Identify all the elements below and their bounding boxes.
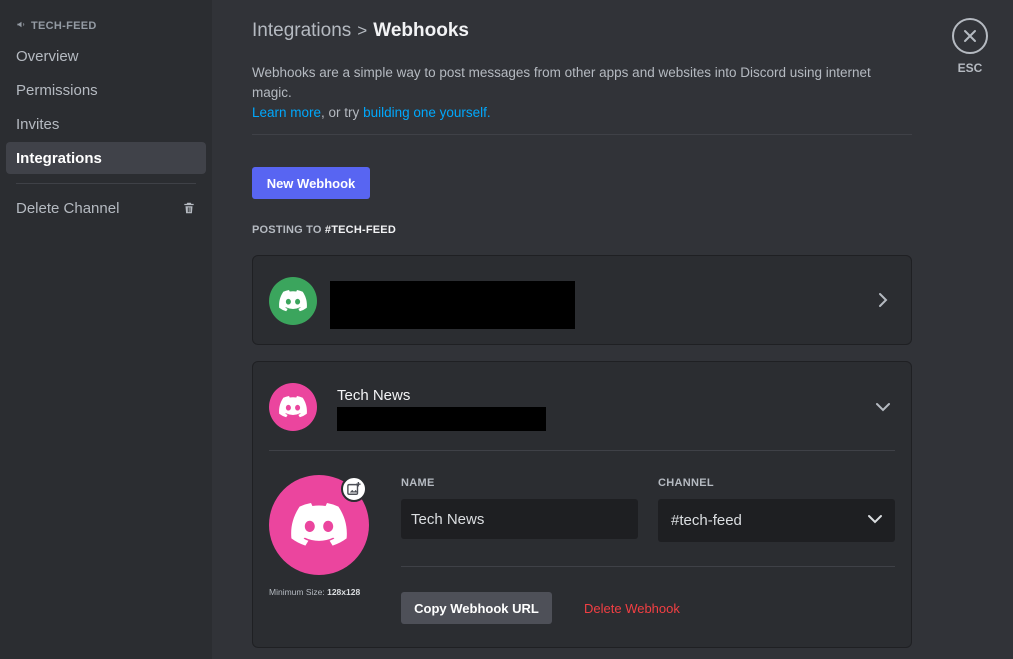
- settings-sidebar: TECH-FEED Overview Permissions Invites I…: [0, 0, 212, 659]
- sidebar-header-label: TECH-FEED: [31, 20, 97, 32]
- sidebar-item-integrations[interactable]: Integrations: [6, 142, 206, 174]
- posting-to-label: POSTING TO #TECH-FEED: [252, 224, 396, 236]
- description-text: Webhooks are a simple way to post messag…: [252, 65, 871, 100]
- webhook-card-expanded: Tech News Minimum Size: 128x128 NAME CHA…: [252, 361, 912, 648]
- actions-divider: [401, 566, 895, 567]
- discord-logo-icon: [279, 396, 307, 418]
- sidebar-item-label: Integrations: [16, 149, 102, 167]
- section-divider: [252, 134, 912, 135]
- page-description: Webhooks are a simple way to post messag…: [252, 63, 912, 123]
- copy-webhook-url-button[interactable]: Copy Webhook URL: [401, 592, 552, 624]
- delete-webhook-button[interactable]: Delete Webhook: [570, 592, 694, 624]
- redacted-webhook-info: [337, 407, 546, 431]
- min-size-value: 128x128: [327, 587, 361, 597]
- sidebar-item-label: Delete Channel: [16, 199, 120, 217]
- or-try-text: , or try: [321, 105, 364, 120]
- channel-select[interactable]: #tech-feed: [658, 499, 895, 542]
- chevron-down-icon[interactable]: [875, 400, 891, 414]
- close-icon[interactable]: [952, 18, 988, 54]
- add-image-icon[interactable]: [341, 476, 367, 502]
- sidebar-item-overview[interactable]: Overview: [6, 40, 206, 72]
- min-size-label: Minimum Size:: [269, 587, 328, 597]
- posting-prefix: POSTING TO: [252, 224, 325, 236]
- webhook-avatar: [269, 383, 317, 431]
- sidebar-item-label: Invites: [16, 115, 60, 133]
- webhook-card-collapsed[interactable]: [252, 255, 912, 345]
- sidebar-header: TECH-FEED: [6, 18, 206, 34]
- build-yourself-link[interactable]: building one yourself.: [363, 105, 491, 120]
- webhook-name-input[interactable]: [401, 499, 638, 539]
- sidebar-item-permissions[interactable]: Permissions: [6, 74, 206, 106]
- card-divider: [269, 450, 895, 451]
- name-field-label: NAME: [401, 477, 435, 489]
- learn-more-link[interactable]: Learn more: [252, 105, 321, 120]
- sidebar-item-label: Overview: [16, 47, 79, 65]
- breadcrumb-separator: >: [357, 21, 368, 40]
- redacted-webhook-name: [330, 281, 575, 329]
- breadcrumb: Integrations > Webhooks: [252, 20, 469, 42]
- minimum-size-hint: Minimum Size: 128x128: [269, 587, 379, 597]
- esc-label: ESC: [957, 61, 983, 75]
- sidebar-item-invites[interactable]: Invites: [6, 108, 206, 140]
- channel-select-value: #tech-feed: [671, 512, 742, 529]
- megaphone-icon: [16, 19, 27, 33]
- breadcrumb-integrations[interactable]: Integrations: [252, 20, 351, 42]
- discord-logo-icon: [279, 290, 307, 312]
- new-webhook-button[interactable]: New Webhook: [252, 167, 370, 199]
- page-title: Webhooks: [373, 20, 469, 41]
- trash-icon: [182, 201, 196, 215]
- sidebar-divider: [16, 183, 196, 184]
- webhook-name: Tech News: [337, 387, 411, 404]
- sidebar-item-label: Permissions: [16, 81, 98, 99]
- chevron-down-icon: [867, 512, 883, 529]
- chevron-right-icon[interactable]: [876, 292, 890, 308]
- discord-logo-icon: [290, 503, 348, 547]
- channel-field-label: CHANNEL: [658, 477, 714, 489]
- sidebar-item-delete-channel[interactable]: Delete Channel: [6, 192, 206, 224]
- posting-channel: #TECH-FEED: [324, 224, 396, 236]
- webhook-avatar: [269, 277, 317, 325]
- close-settings[interactable]: ESC: [951, 18, 989, 75]
